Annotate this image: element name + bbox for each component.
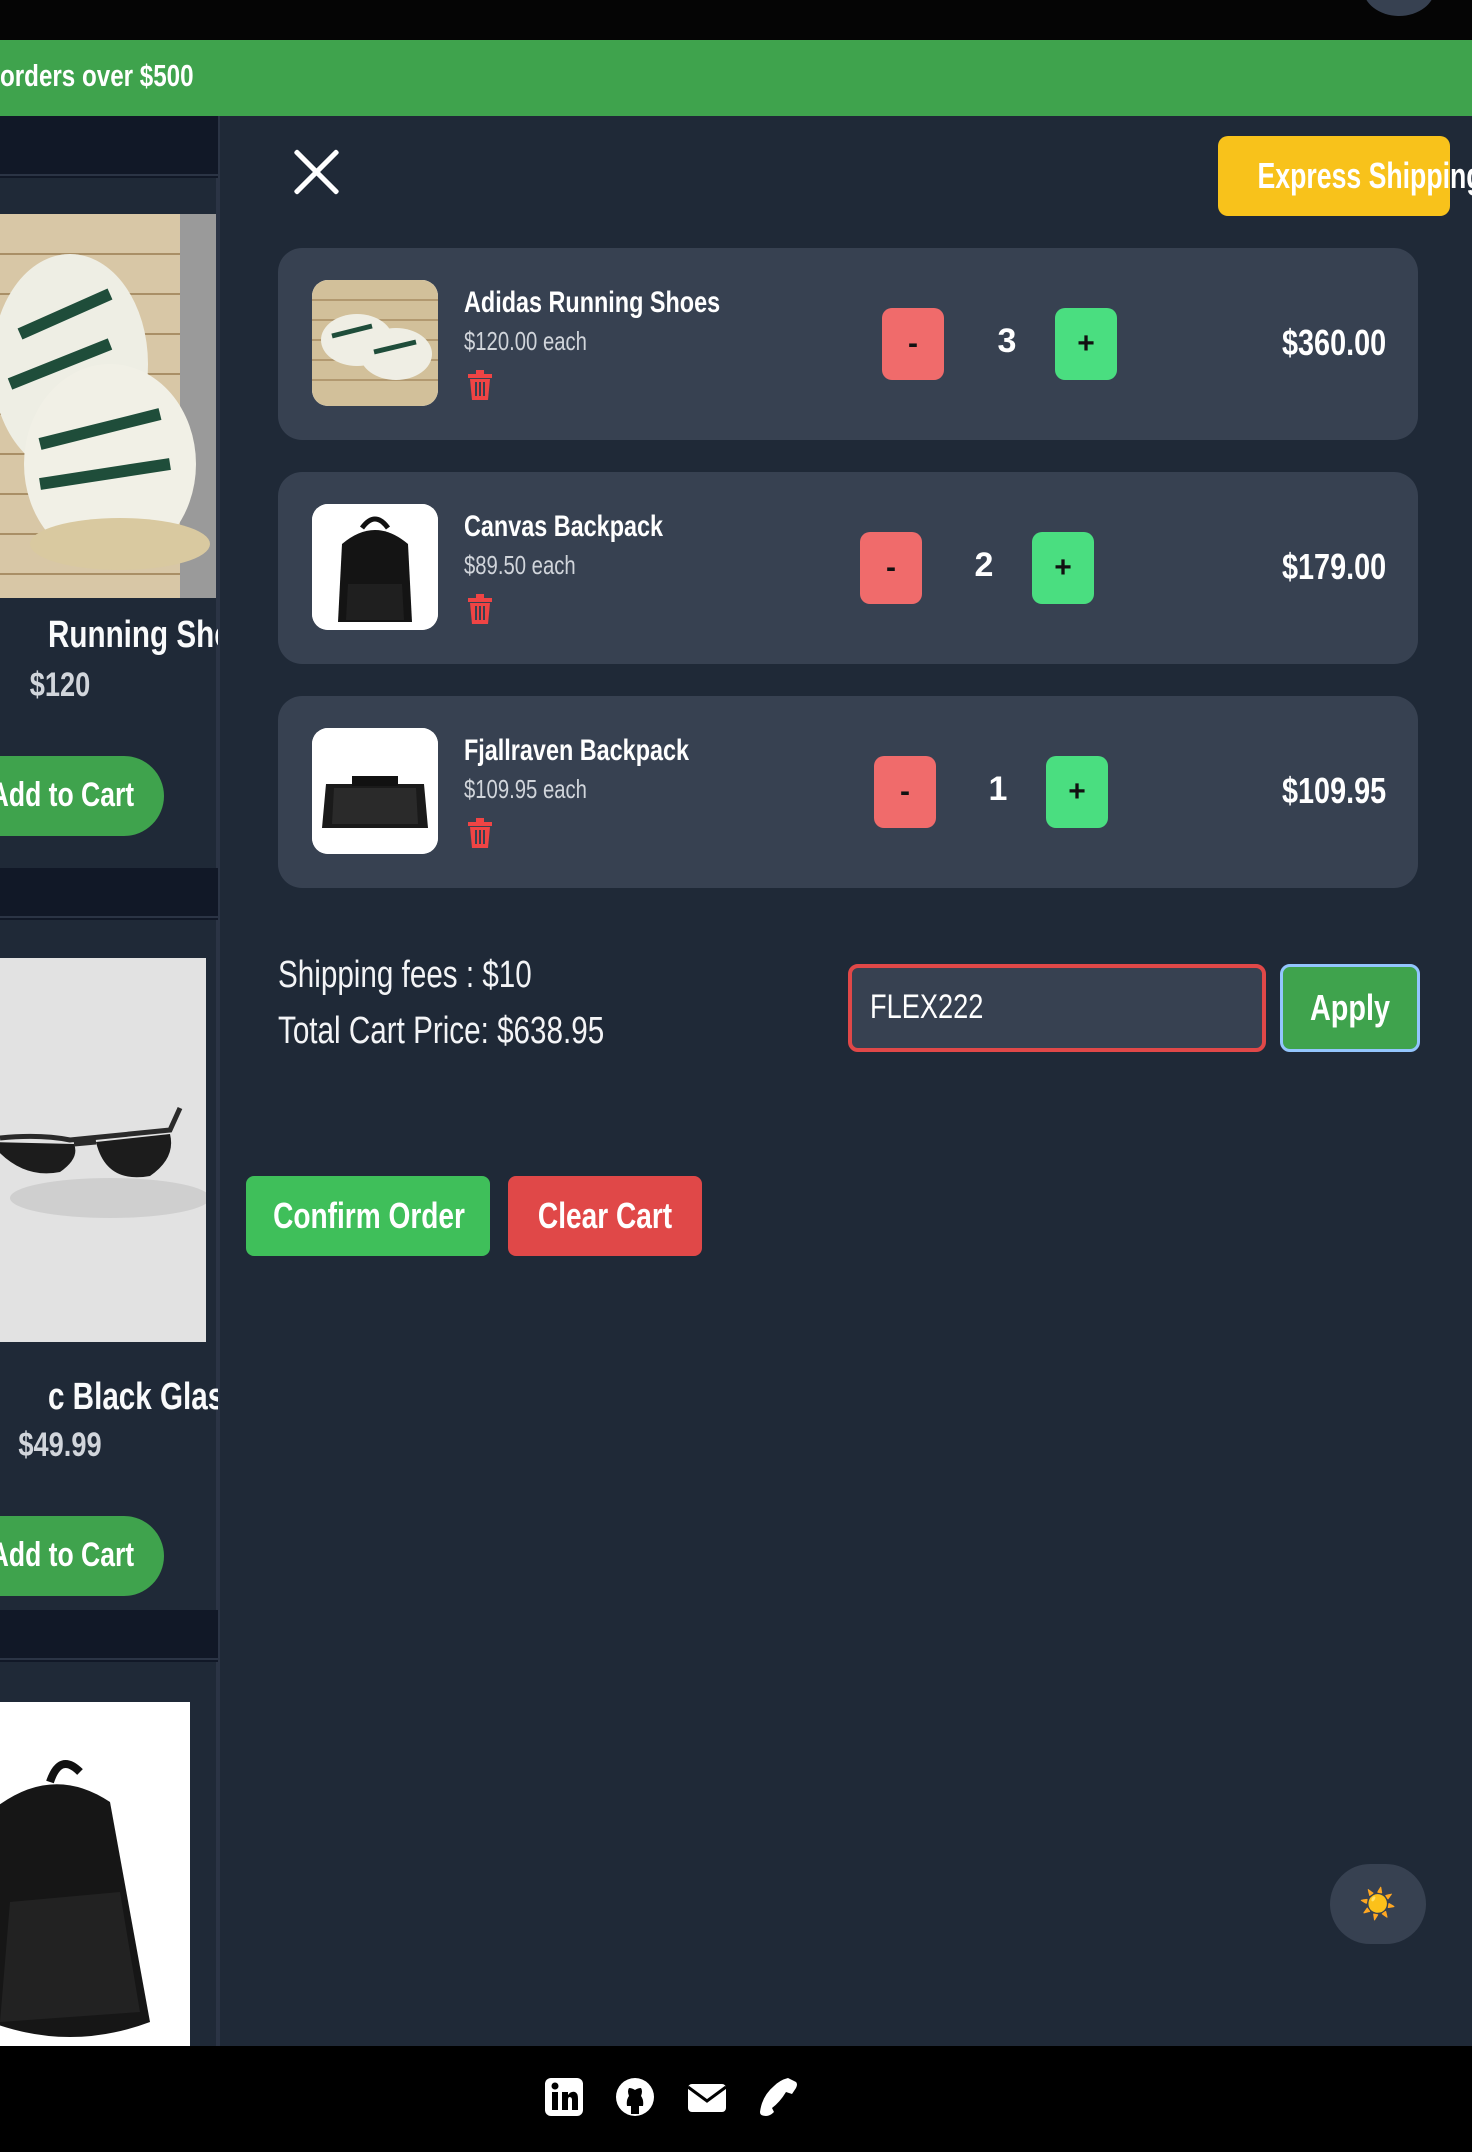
github-icon[interactable] — [614, 2076, 656, 2118]
clear-cart-label: Clear Cart — [537, 1195, 673, 1236]
cart-item-unit-price: $109.95 each — [464, 774, 587, 804]
product-name: c Black Glasses — [47, 1376, 218, 1418]
cart-item-image — [312, 280, 438, 406]
cart-item: Canvas Backpack $89.50 each - 2 + $179.0… — [278, 472, 1418, 664]
quantity-value: 3 — [997, 322, 1017, 360]
promo-banner: orders over $500 — [0, 40, 1472, 116]
linkedin-icon[interactable] — [543, 2076, 585, 2118]
product-header — [0, 116, 218, 176]
confirm-order-button[interactable]: Confirm Order — [246, 1176, 490, 1256]
cart-item-unit-price: $120.00 each — [464, 326, 587, 356]
phone-icon[interactable] — [758, 2076, 800, 2118]
cart-item-total: $179.00 — [1281, 546, 1386, 587]
decrease-quantity-button[interactable]: - — [860, 532, 922, 604]
promo-text: orders over $500 — [0, 58, 194, 93]
mail-icon[interactable] — [686, 2076, 728, 2118]
quantity-value: 1 — [988, 770, 1008, 808]
cart-item-name: Fjallraven Backpack — [464, 734, 690, 767]
increase-quantity-button[interactable]: + — [1032, 532, 1094, 604]
add-to-cart-label: Add to Cart — [0, 776, 134, 814]
cart-item-unit-price: $89.50 each — [464, 550, 576, 580]
apply-label: Apply — [1309, 987, 1390, 1028]
cart-item-name: Canvas Backpack — [464, 510, 664, 543]
trash-icon[interactable] — [466, 370, 494, 400]
product-card-backpack — [0, 1662, 218, 2046]
total-cart-price: Total Cart Price: $638.95 — [278, 1010, 605, 1052]
cart-panel: Express Shipping Adidas Running Shoes $1… — [218, 116, 1472, 2046]
trash-icon[interactable] — [466, 594, 494, 624]
product-price: $120 — [29, 666, 91, 704]
increase-quantity-button[interactable]: + — [1055, 308, 1117, 380]
cart-item-total: $360.00 — [1281, 322, 1386, 363]
product-card-glasses: c Black Glasses $49.99 Add to Cart — [0, 920, 218, 1610]
cart-item-name: Adidas Running Shoes — [464, 286, 721, 319]
coupon-input-value: FLEX222 — [870, 988, 984, 1026]
decrease-quantity-button[interactable]: - — [874, 756, 936, 828]
cart-item: Adidas Running Shoes $120.00 each - 3 + … — [278, 248, 1418, 440]
product-image-shoes[interactable] — [0, 214, 216, 598]
cart-item: Fjallraven Backpack $109.95 each - 1 + $… — [278, 696, 1418, 888]
cart-item-image — [312, 504, 438, 630]
top-bar — [0, 0, 1472, 40]
shipping-fees: Shipping fees : $10 — [278, 954, 532, 996]
product-name: Running Shoes — [47, 614, 218, 656]
product-image-glasses[interactable] — [0, 958, 206, 1342]
avatar[interactable] — [1363, 0, 1435, 16]
product-list: Running Shoes $120 Add to Cart c Black G… — [0, 116, 218, 2046]
add-to-cart-label: Add to Cart — [0, 1536, 134, 1574]
add-to-cart-button[interactable]: Add to Cart — [0, 1516, 164, 1596]
quantity-value: 2 — [974, 546, 994, 584]
theme-toggle-button[interactable]: ☀️ — [1330, 1864, 1426, 1944]
product-card-shoes: Running Shoes $120 Add to Cart — [0, 178, 218, 868]
increase-quantity-button[interactable]: + — [1046, 756, 1108, 828]
add-to-cart-button[interactable]: Add to Cart — [0, 756, 164, 836]
product-image-backpack[interactable] — [0, 1702, 190, 2046]
cart-item-image — [312, 728, 438, 854]
product-separator — [0, 1612, 218, 1660]
express-shipping-button[interactable]: Express Shipping — [1218, 136, 1472, 216]
express-shipping-label: Express Shipping — [1257, 155, 1472, 196]
footer — [0, 2046, 1472, 2152]
confirm-order-label: Confirm Order — [273, 1195, 465, 1236]
close-icon[interactable] — [290, 146, 342, 198]
product-separator — [0, 870, 218, 918]
apply-coupon-button[interactable]: Apply — [1280, 964, 1420, 1052]
clear-cart-button[interactable]: Clear Cart — [508, 1176, 702, 1256]
product-price: $49.99 — [18, 1426, 102, 1464]
sun-icon: ☀️ — [1359, 1887, 1397, 1921]
trash-icon[interactable] — [466, 818, 494, 848]
decrease-quantity-button[interactable]: - — [882, 308, 944, 380]
cart-item-total: $109.95 — [1281, 770, 1386, 811]
